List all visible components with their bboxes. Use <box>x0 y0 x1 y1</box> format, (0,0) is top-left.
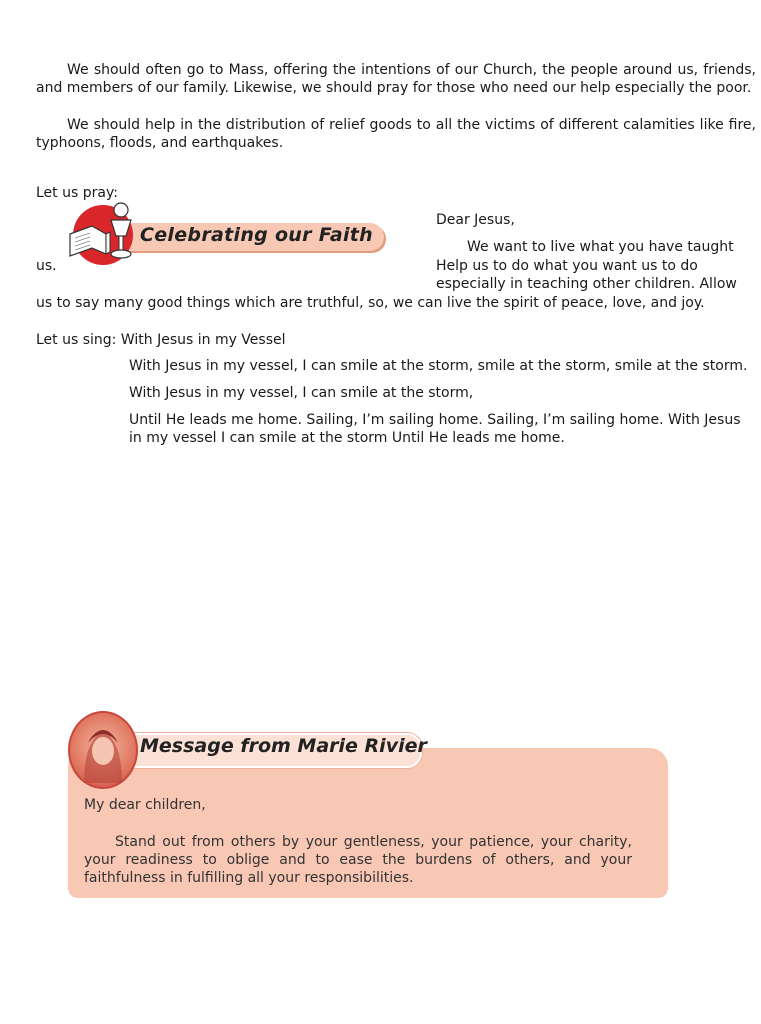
prayer-line-2: Help us to do what you want us to do <box>436 258 698 274</box>
song-lead: Let us sing: With Jesus in my Vessel <box>36 332 286 348</box>
intro-paragraph-1: We should often go to Mass, offering the… <box>36 61 756 97</box>
prayer-line-3: especially in teaching other children. A… <box>436 276 737 292</box>
prayer-salutation: Dear Jesus, <box>436 212 515 228</box>
badge-title: Celebrating our Faith <box>140 224 373 246</box>
bible-chalice-icon <box>69 202 132 259</box>
intro-paragraph-2: We should help in the distribution of re… <box>36 116 756 152</box>
prayer-us: us. <box>36 258 57 274</box>
message-body: Stand out from others by your gentleness… <box>84 834 632 886</box>
message-greeting: My dear children, <box>84 797 206 813</box>
intro-text-2: We should help in the distribution of re… <box>36 117 756 151</box>
message-title: Message from Marie Rivier <box>140 735 427 757</box>
prayer-line-4: us to say many good things which are tru… <box>36 295 705 311</box>
marie-rivier-portrait <box>68 711 138 789</box>
intro-text-1: We should often go to Mass, offering the… <box>36 62 756 96</box>
portrait-silhouette-icon <box>84 730 122 783</box>
song-line-3: Until He leads me home. Sailing, I’m sai… <box>129 412 741 446</box>
song-line-2: With Jesus in my vessel, I can smile at … <box>129 385 474 401</box>
song-line-1: With Jesus in my vessel, I can smile at … <box>129 358 748 374</box>
prayer-line-1: We want to live what you have taught <box>467 239 734 255</box>
